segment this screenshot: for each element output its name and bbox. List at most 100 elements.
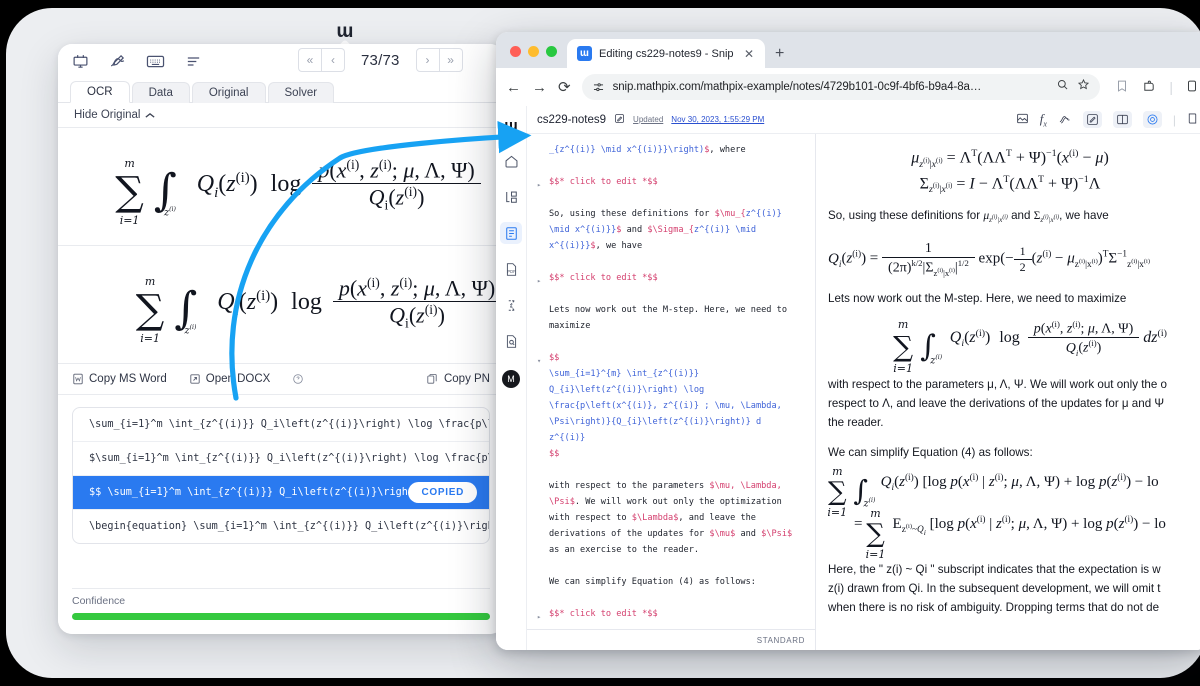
back-button[interactable]: ← [506, 79, 521, 96]
book-icon[interactable] [1187, 112, 1198, 128]
close-tab-button[interactable]: ✕ [741, 47, 757, 61]
browser-toolbar-right: | [1111, 79, 1198, 96]
close-window-button[interactable] [510, 46, 521, 57]
edit-title-icon[interactable] [614, 111, 625, 129]
insert-image-icon[interactable] [1016, 112, 1029, 128]
editor-preview-panes: _{z^{(i)} \mid x^{(i)}}\right)$, where ▸… [527, 134, 1200, 650]
minimize-window-button[interactable] [528, 46, 539, 57]
preview-equation-sigma: Σz(i)|x(i) = I − ΛT(ΛΛT + Ψ)−1Λ [919, 173, 1101, 196]
word-doc-icon [73, 373, 83, 385]
profile-icon[interactable] [1186, 79, 1198, 96]
list-icon[interactable] [185, 53, 202, 70]
tab-original[interactable]: Original [191, 82, 266, 103]
snip-copy-bar: Copy MS Word Open DOCX Copy PN [58, 364, 504, 395]
zoom-icon[interactable] [1056, 78, 1069, 96]
sidebar-item-pdf[interactable]: PDF [500, 258, 522, 280]
code-line: z^{(i)} [549, 433, 586, 443]
list-item[interactable]: \sum_{i=1}^m \int_{z^{(i)}} Q_i\left(z^{… [73, 408, 489, 442]
hide-original-label: Hide Original [74, 109, 141, 121]
browser-tab[interactable]: ɯ Editing cs229-notes9 - Snip ✕ [567, 39, 765, 68]
reload-button[interactable]: ⟳ [558, 78, 571, 96]
fold-line[interactable]: ▸ $$* click to edit *$$ [537, 270, 801, 286]
preview-paragraph-5: Here, the " z(i) ~ Qi " subscript indica… [828, 560, 1192, 617]
prev-page-button[interactable]: ‹ [322, 48, 345, 72]
fold-line[interactable]: ▸ $$* click to edit *$$ [537, 606, 801, 622]
reading-list-icon[interactable] [1115, 79, 1129, 96]
chevron-up-icon [145, 112, 156, 118]
preview-paragraph-5b: z(i) drawn from Qi. In the subsequent de… [828, 582, 1161, 596]
hide-original-toggle[interactable]: Hide Original [58, 103, 504, 128]
fold-open-line[interactable]: ▾ $$ [537, 350, 801, 366]
last-page-button[interactable]: » [439, 48, 463, 72]
sidebar-item-notes[interactable] [500, 222, 522, 244]
split-view-icon[interactable] [1112, 111, 1132, 128]
snip-capture-icon[interactable] [72, 53, 89, 70]
code-line: Q_{i}\left(z^{(i)}\right) \log [549, 385, 705, 395]
window-controls [508, 46, 567, 68]
updated-label: Updated [633, 115, 664, 124]
draw-icon[interactable] [109, 53, 126, 70]
fold-arrow-icon[interactable]: ▸ [537, 609, 541, 625]
address-bar[interactable]: snip.mathpix.com/mathpix-example/notes/4… [581, 74, 1101, 100]
fold-arrow-icon[interactable]: ▸ [537, 177, 541, 193]
markdown-editor-pane[interactable]: _{z^{(i)} \mid x^{(i)}}\right)$, where ▸… [527, 134, 816, 650]
help-circle-icon [293, 374, 304, 384]
text-line: We can simplify Equation (4) as follows: [549, 577, 756, 587]
ink-icon[interactable] [1058, 112, 1072, 128]
toolbar-divider-2: | [1172, 112, 1176, 127]
keyboard-icon[interactable] [146, 53, 165, 70]
fold-arrow-icon[interactable]: ▸ [537, 273, 541, 289]
preview-paragraph-1: So, using these definitions for μz(i)|x(… [828, 209, 1109, 225]
browser-window: ɯ Editing cs229-notes9 - Snip ✕ + ← → ⟳ … [496, 32, 1200, 650]
sidebar-item-snips[interactable]: Σ [500, 294, 522, 316]
app-main: cs229-notes9 Updated Nov 30, 2023, 1:55:… [527, 106, 1200, 650]
preview-paragraph-2: Lets now work out the M-step. Here, we n… [828, 291, 1127, 305]
new-tab-button[interactable]: + [775, 46, 784, 62]
next-page-button[interactable]: › [415, 48, 440, 72]
site-settings-icon[interactable] [592, 81, 605, 94]
app-logo-icon[interactable]: ɯ [500, 114, 522, 136]
insert-formula-icon[interactable]: fx [1040, 111, 1047, 129]
list-item[interactable]: $\sum_{i=1}^m \int_{z^{(i)}} Q_i\left(z^… [73, 442, 489, 476]
extensions-icon[interactable] [1142, 79, 1156, 96]
edit-mode-icon[interactable] [1082, 111, 1102, 128]
svg-text:Σ: Σ [509, 303, 512, 309]
user-avatar[interactable]: M [502, 370, 520, 388]
preview-paragraph-3a: with respect to the parameters μ, Λ, Ψ. … [828, 378, 1167, 392]
maximize-window-button[interactable] [546, 46, 557, 57]
fold-line[interactable]: ▸ $$* click to edit *$$ [537, 174, 801, 190]
text-line: with respect to the parameters $\mu, \La… [549, 481, 798, 555]
preview-paragraph-5c: when there is no risk of ambiguity. Drop… [828, 601, 1160, 615]
open-docx-button[interactable]: Open DOCX [189, 373, 270, 385]
markdown-source[interactable]: _{z^{(i)} \mid x^{(i)}}\right)$, where ▸… [527, 134, 815, 622]
tab-solver[interactable]: Solver [267, 82, 335, 103]
editor-status-bar: STANDARD [527, 629, 815, 650]
help-button[interactable] [292, 373, 304, 385]
sidebar-item-home[interactable] [500, 150, 522, 172]
svg-text:PDF: PDF [507, 268, 516, 273]
snip-web-app: ɯ PDF Σ M cs229-notes9 Updated Nov 30, 2… [496, 106, 1200, 650]
latex-text: $$ \sum_{i=1}^m \int_{z^{(i)}} Q_i\left(… [89, 487, 439, 498]
page-navigator: « ‹ 73/73 › » [298, 48, 463, 72]
first-page-button[interactable]: « [298, 48, 322, 72]
equation-preview-pane: ∑ m i=1 ∫ z(i) Qi(z(i)) log p(x(i), z(i); μ… [58, 128, 504, 364]
copy-ms-word-button[interactable]: Copy MS Word [72, 373, 167, 385]
preview-pane[interactable]: μz(i)|x(i) = ΛT(ΛΛT + Ψ)−1(x(i) − μ) Σz(… [816, 134, 1200, 650]
bookmark-star-icon[interactable] [1077, 78, 1090, 96]
fold-arrow-open-icon[interactable]: ▾ [537, 353, 541, 369]
text-line: Lets now work out the M-step. Here, we n… [549, 305, 793, 331]
forward-button[interactable]: → [532, 79, 547, 96]
copy-png-button[interactable]: Copy PN [426, 373, 490, 385]
list-item[interactable]: $$ \sum_{i=1}^m \int_{z^{(i)}} Q_i\left(… [73, 476, 489, 510]
list-item[interactable]: \begin{equation} \sum_{i=1}^m \int_{z^{(… [73, 510, 489, 543]
tab-ocr[interactable]: OCR [70, 81, 130, 103]
code-line-highlighted: \frac{p\left(x^{(i)}, z^{(i)} ; \mu, \La… [549, 401, 782, 411]
preview-icon[interactable] [1142, 111, 1162, 128]
confidence-section: Confidence [58, 588, 504, 634]
preview-paragraph-4: We can simplify Equation (4) as follows: [828, 446, 1033, 460]
sidebar-item-search-docs[interactable] [500, 330, 522, 352]
tab-data[interactable]: Data [131, 82, 190, 103]
sidebar-item-folders[interactable] [500, 186, 522, 208]
code-line: $$ [549, 449, 560, 459]
external-link-icon [190, 374, 200, 384]
